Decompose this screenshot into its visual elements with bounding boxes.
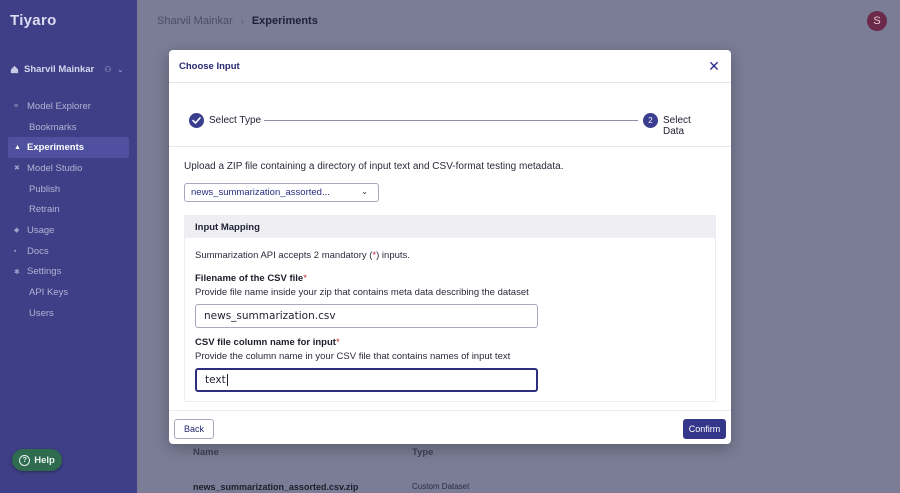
search-icon: ≡ [14,102,19,110]
sidebar-item-settings[interactable]: ✱ Settings [0,262,137,283]
table-header-type: Type [412,447,434,458]
back-button[interactable]: Back [174,419,214,439]
chevron-down-icon: ⌄ [117,66,124,74]
dialog-header: Choose Input [169,50,731,83]
table-header-name: Name [193,447,219,458]
question-icon: ? [19,454,31,466]
csv-column-input[interactable]: text [195,368,538,392]
footer-divider [169,410,731,411]
field2-help: Provide the column name in your CSV file… [195,351,511,362]
close-icon[interactable]: ✕ [707,59,721,73]
chart-icon: ◆ [14,227,20,235]
help-button[interactable]: ? Help [12,449,62,471]
file-select-value: news_summarization_assorted... [191,187,330,198]
sidebar-item-retrain[interactable]: Retrain [0,199,137,220]
step-select-type: Select Type [209,115,262,126]
sidebar-item-users[interactable]: Users [0,303,137,324]
sidebar-item-api-keys[interactable]: API Keys [0,282,137,303]
sidebar-nav: ≡ Model Explorer Bookmarks ▲ Experiments ✖… [0,96,137,324]
user-switcher[interactable]: Sharvil Mainkar ⚇ ⌄ [10,64,130,75]
text-caret [226,374,228,386]
field1-label: Filename of the CSV file* [195,273,307,284]
mapping-description: Summarization API accepts 2 mandatory (*… [195,250,410,261]
top-bar: Sharvil Mainkar › Experiments S [137,0,900,44]
gear-icon: ✱ [14,268,20,276]
stepper: Select Type 2 Select Data [189,113,711,137]
sidebar-item-usage[interactable]: ◆ Usage [0,220,137,241]
step-select-data: Select Data [663,115,691,137]
dialog-title: Choose Input [179,60,240,72]
sidebar-item-experiments[interactable]: ▲ Experiments [8,137,129,159]
doc-icon: ▪ [14,247,17,255]
file-select[interactable]: news_summarization_assorted... ⌄ [184,183,379,202]
chevron-down-icon: ⌄ [361,187,368,196]
home-icon [10,65,19,74]
breadcrumb: Sharvil Mainkar › Experiments [157,15,318,27]
sidebar-item-model-studio[interactable]: ✖ Model Studio [0,158,137,179]
team-icon: ⚇ [104,65,112,74]
flask-icon: ▲ [14,144,21,152]
sidebar: Tiyaro Sharvil Mainkar ⚇ ⌄ ≡ Model Explor… [0,0,137,493]
step-complete-icon [189,113,204,128]
user-name: Sharvil Mainkar [24,64,95,75]
table-cell-name: news_summarization_assorted.csv.zip [193,482,359,492]
field2-label: CSV file column name for input* [195,337,340,348]
field1-help: Provide file name inside your zip that c… [195,287,529,298]
sidebar-item-publish[interactable]: Publish [0,179,137,200]
breadcrumb-current: Experiments [251,15,318,27]
app-logo[interactable]: Tiyaro [10,12,57,29]
csv-filename-input[interactable]: news_summarization.csv [195,304,538,328]
tools-icon: ✖ [14,165,20,173]
table-cell-type: Custom Dataset [412,482,470,491]
step-connector [264,120,638,121]
input-mapping-panel: Input Mapping Summarization API accepts … [184,215,716,402]
sidebar-item-model-explorer[interactable]: ≡ Model Explorer [0,96,137,117]
choose-input-dialog: Choose Input ✕ Select Type 2 Select Data… [169,50,731,444]
step-number: 2 [643,113,658,128]
sidebar-item-docs[interactable]: ▪ Docs [0,241,137,262]
sidebar-item-bookmarks[interactable]: Bookmarks [0,117,137,138]
divider [169,146,731,147]
breadcrumb-root[interactable]: Sharvil Mainkar [157,15,233,27]
avatar[interactable]: S [867,11,887,31]
input-mapping-heading: Input Mapping [185,216,715,238]
upload-instructions: Upload a ZIP file containing a directory… [184,161,564,172]
breadcrumb-separator: › [240,16,244,26]
confirm-button[interactable]: Confirm [683,419,726,439]
